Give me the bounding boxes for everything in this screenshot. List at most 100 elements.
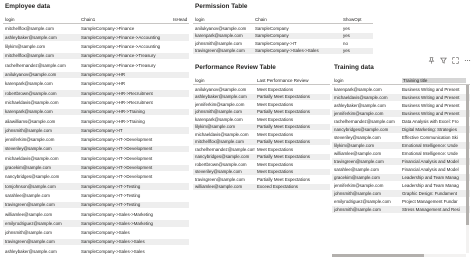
table-cell: rachelhernandez@sample.com bbox=[5, 62, 66, 68]
table-row[interactable]: michaeldavis@sample.com SampleCompany->HR… bbox=[3, 99, 189, 106]
table-cell: Data Analysis with Excel: Fro bbox=[402, 118, 459, 124]
table-row[interactable]: williamlee@sample.com Exceed Expectations bbox=[193, 183, 330, 190]
more-options-icon[interactable] bbox=[463, 57, 471, 64]
employee-data-table[interactable]: Employee data login Chain1 IsHead mitche… bbox=[3, 3, 189, 261]
table-row[interactable]: travisgreen@sample.com SampleCompany->Sal… bbox=[3, 238, 189, 246]
table-row[interactable]: jenniferkim@sample.com Leadership and Tea… bbox=[332, 182, 470, 189]
table-cell: Business Writing and Present bbox=[402, 94, 460, 100]
table-row[interactable]: johnsmith@sample.com SampleCompany->Sales bbox=[3, 230, 189, 237]
table-row[interactable]: ashleybaker@sample.com Business Writing a… bbox=[332, 102, 470, 109]
table-cell: SampleCompany->HR bbox=[81, 81, 126, 87]
table-row[interactable]: lilykim@sample.com Partially Meet Expecta… bbox=[193, 123, 330, 130]
scrollbar-thumb[interactable] bbox=[332, 254, 424, 257]
table-row[interactable]: nancybridges@sample.com SampleCompany->IT… bbox=[3, 174, 189, 181]
table-cell: emilyrodriguez@sample.com bbox=[334, 198, 391, 204]
table-row[interactable]: emilyrodriguez@sample.com Project Managem… bbox=[332, 198, 470, 205]
table-cell: Partially Meet Expectations bbox=[257, 176, 310, 182]
table-row[interactable]: karenpark@sample.com SampleCompany->HR bbox=[3, 81, 189, 88]
table-cell: anilukyanov@sample.com bbox=[195, 86, 247, 92]
table-cell: SampleCompany->HR->Recruitment bbox=[81, 90, 153, 96]
table-cell: sarahlee@sample.com bbox=[334, 166, 379, 172]
pin-icon[interactable] bbox=[427, 57, 435, 64]
table-row[interactable]: lilykim@sample.com Emotional Intelligence… bbox=[332, 142, 470, 149]
table-row[interactable]: nancybridges@sample.com Partially Meet Ex… bbox=[193, 153, 330, 160]
table-row[interactable]: anilukyanov@sample.com SampleCompany yes bbox=[193, 25, 373, 32]
column-header-chain1[interactable]: Chain1 bbox=[81, 17, 171, 22]
column-header-login[interactable]: login bbox=[334, 78, 400, 83]
table-row[interactable]: rachelhernandez@sample.com SampleCompany-… bbox=[3, 62, 189, 69]
table-row[interactable]: travisgreen@sample.com SampleCompany->IT-… bbox=[3, 201, 189, 209]
table-row[interactable]: gracekim@sample.com Leadership and Team M… bbox=[332, 174, 470, 181]
table-row[interactable]: mitchellfox@sample.com Partially Meet Exp… bbox=[193, 138, 330, 145]
table-row[interactable]: karenpark@sample.com SampleCompany yes bbox=[193, 32, 373, 39]
table-row[interactable]: karenpark@sample.com Meet Expectations bbox=[193, 116, 330, 123]
table-row[interactable]: ashleybaker@sample.com Partially Meet Exp… bbox=[193, 93, 330, 100]
table-row[interactable]: williamlee@sample.com Emotional Intellige… bbox=[332, 150, 470, 157]
table-row[interactable]: tomjohnson@sample.com SampleCompany->IT->… bbox=[3, 183, 189, 190]
column-header-training-title[interactable]: Training title bbox=[402, 78, 466, 83]
table-row[interactable]: williamlee@sample.com SampleCompany->Sale… bbox=[3, 211, 189, 218]
table-row[interactable]: jenniferkim@sample.com Meet Expectations bbox=[193, 101, 330, 108]
table-row[interactable]: rachelhernandez@sample.com Meet Expectati… bbox=[193, 146, 330, 153]
table-row[interactable]: johnsmith@sample.com Partially Meet Expec… bbox=[193, 108, 330, 115]
table-row[interactable]: mitchellfox@sample.com SampleCompany->Fin… bbox=[3, 52, 189, 60]
filter-icon[interactable] bbox=[439, 57, 447, 64]
table-row[interactable]: johnsmith@sample.com Graphic Design: Fund… bbox=[332, 190, 470, 197]
column-header-login[interactable]: login bbox=[195, 17, 253, 22]
table-row[interactable]: steveriley@sample.com SampleCompany->IT->… bbox=[3, 145, 189, 153]
column-header-last-performance-review[interactable]: Last Performance Review bbox=[257, 78, 327, 83]
table-row[interactable]: rachelhernandez@sample.com Data Analysis … bbox=[332, 118, 470, 125]
table-row[interactable]: anilukyanov@sample.com Meet Expectations bbox=[193, 86, 330, 93]
horizontal-scrollbar[interactable] bbox=[332, 254, 466, 257]
table-row[interactable]: steveriley@sample.com Effective Communica… bbox=[332, 134, 470, 141]
table-row[interactable]: johnsmith@sample.com Stress Management an… bbox=[332, 206, 470, 213]
table-row[interactable]: jenniferkim@sample.com Business Writing a… bbox=[332, 110, 470, 117]
table-row[interactable]: michaeldavis@sample.com Meet Expectations bbox=[193, 131, 330, 138]
permission-table[interactable]: Permission Table login Chain ShowOpt ani… bbox=[193, 3, 373, 55]
training-data-table[interactable]: Training data login Training title karen… bbox=[332, 64, 470, 259]
table-row[interactable]: lilykim@sample.com SampleCompany->Finance… bbox=[3, 44, 189, 51]
table-row[interactable]: travisgreen@sample.com SampleCompany->Sal… bbox=[193, 47, 373, 54]
table-cell: SampleCompany->Finance bbox=[81, 25, 135, 31]
table-row[interactable]: michaeldavis@sample.com Business Writing … bbox=[332, 94, 470, 101]
table-cell: Effective Communication Ski bbox=[402, 134, 458, 140]
table-row[interactable]: sarahlee@sample.com Financial Analysis an… bbox=[332, 166, 470, 173]
table-row[interactable]: steveriley@sample.com Meet Expectations bbox=[193, 168, 330, 175]
table-cell: yes bbox=[343, 48, 350, 53]
table-row[interactable]: ashleybaker@sample.com SampleCompany->Sal… bbox=[3, 248, 189, 255]
table-row[interactable]: johnsmith@sample.com SampleCompany->IT bbox=[3, 127, 189, 134]
performance-review-table[interactable]: Performance Review Table login Last Perf… bbox=[193, 64, 330, 259]
column-header-showopt[interactable]: ShowOpt bbox=[343, 17, 371, 22]
column-header-chain[interactable]: Chain bbox=[255, 17, 340, 22]
table-row[interactable]: karenpark@sample.com Business Writing and… bbox=[332, 86, 470, 93]
table-row[interactable]: emilyrodriguez@sample.com SampleCompany->… bbox=[3, 220, 189, 227]
table-row[interactable]: gracekim@sample.com SampleCompany->IT->De… bbox=[3, 164, 189, 171]
table-cell: gracekim@sample.com bbox=[334, 174, 380, 180]
table-row[interactable]: johnsmith@sample.com SampleCompany->IT no bbox=[193, 40, 373, 47]
table-row[interactable]: travisgreen@sample.com Partially Meet Exp… bbox=[193, 176, 330, 183]
vertical-scrollbar[interactable] bbox=[466, 85, 469, 253]
table-row[interactable]: michaeldavis@sample.com SampleCompany->IT… bbox=[3, 155, 189, 162]
table-cell: robertbrown@sample.com bbox=[5, 90, 57, 96]
column-header-login[interactable]: login bbox=[5, 17, 77, 22]
table-row[interactable]: mitchellfox@sample.com SampleCompany->Fin… bbox=[3, 25, 189, 32]
table-row[interactable]: robertbrown@sample.com Meet Expectations bbox=[193, 161, 330, 168]
table-row[interactable]: ashleybaker@sample.com SampleCompany->Fin… bbox=[3, 34, 189, 41]
table-cell: SampleCompany->Finance->Treasury bbox=[81, 62, 156, 68]
table-row[interactable]: aliawilliams@sample.com SampleCompany->HR… bbox=[3, 118, 189, 125]
table-cell: Partially Meet Expectations bbox=[257, 154, 310, 159]
table-row[interactable]: sarahlee@sample.com SampleCompany->IT->Te… bbox=[3, 192, 189, 199]
table-row[interactable]: nancybridges@sample.com Digital Marketing… bbox=[332, 126, 470, 133]
table-row[interactable]: travisgreen@sample.com Financial Analysis… bbox=[332, 158, 470, 165]
table-cell: Emotional Intelligence: Unde bbox=[402, 142, 458, 148]
table-cell: mitchellfox@sample.com bbox=[5, 53, 54, 59]
table-row[interactable]: anilukyanov@sample.com SampleCompany->HR bbox=[3, 71, 189, 78]
table-row[interactable]: robertbrown@sample.com SampleCompany->HR-… bbox=[3, 90, 189, 97]
column-header-login[interactable]: login bbox=[195, 78, 255, 83]
column-header-ishead[interactable]: IsHead bbox=[173, 17, 189, 22]
table-row[interactable]: karenpark@sample.com SampleCompany->HR->T… bbox=[3, 108, 189, 116]
focus-mode-icon[interactable] bbox=[451, 57, 459, 64]
table-cell: anilukyanov@sample.com bbox=[195, 25, 247, 31]
table-row[interactable]: jenniferkim@sample.com SampleCompany->IT-… bbox=[3, 137, 189, 144]
scrollbar-thumb[interactable] bbox=[466, 85, 469, 225]
